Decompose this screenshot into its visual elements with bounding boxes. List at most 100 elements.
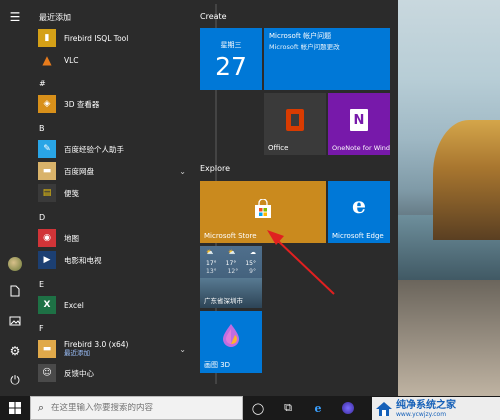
watermark-logo-icon <box>376 402 392 416</box>
app-label: Excel <box>64 300 84 310</box>
microsoft-store-tile[interactable]: Microsoft Store <box>200 181 326 243</box>
app-item-excel[interactable]: X Excel <box>38 294 190 316</box>
chevron-down-icon[interactable]: ⌄ <box>179 345 186 354</box>
folder-icon: ▬ <box>38 340 56 358</box>
app-item-vlc[interactable]: ▲ VLC <box>38 49 190 71</box>
app-label: 百度网盘 <box>64 166 94 176</box>
app-label: 百度经验个人助手 <box>64 144 124 154</box>
calendar-weekday: 星期三 <box>220 41 242 49</box>
sticky-notes-icon: ▤ <box>38 184 56 202</box>
paint3d-tile-label: 画图 3D <box>204 361 231 369</box>
3d-viewer-icon: ◈ <box>38 95 56 113</box>
app-item-sticky-notes[interactable]: ▤ 便笺 <box>38 182 190 204</box>
desktop-wallpaper <box>398 0 500 396</box>
weather-tile[interactable]: ⛅ ⛅ ☁ 17° 17° 15° 13° 12° 9° 广东省深圳市 <box>200 246 262 308</box>
vlc-cone-icon: ▲ <box>42 53 52 67</box>
site-watermark: 纯净系统之家 www.ycwjzy.com <box>372 397 500 420</box>
store-tile-label: Microsoft Store <box>204 232 257 240</box>
settings-gear-icon[interactable]: ⚙ <box>0 337 30 365</box>
tiles-area: Create 星期三 27 Microsoft 帐户问题 Microsoft 帐… <box>190 0 398 396</box>
pictures-icon[interactable] <box>0 307 30 335</box>
temp-high: 17° <box>225 260 237 267</box>
wallpaper-beach <box>398 280 500 396</box>
temp-low: 9° <box>249 268 256 275</box>
documents-icon[interactable] <box>0 277 30 305</box>
task-view-icon[interactable]: ⧉ <box>276 396 300 420</box>
app-label: 3D 查看器 <box>64 99 100 109</box>
onenote-tile[interactable]: N OneNote for Windows 10 <box>328 93 390 155</box>
start-menu: ☰ ⚙ ⏻ 最近添加 ▮ Firebird ISQL Tool ▲ VLC # … <box>0 0 398 396</box>
edge-tile-label: Microsoft Edge <box>332 232 384 240</box>
group-header-explore[interactable]: Explore <box>200 164 230 173</box>
start-button[interactable] <box>0 396 30 420</box>
mail-tile[interactable]: Microsoft 帐户问题 Microsoft 帐户问题更改 <box>264 28 390 90</box>
app-item-baidu-netdisk[interactable]: ▬ 百度网盘 ⌄ <box>38 160 190 182</box>
app-item-3d-viewer[interactable]: ◈ 3D 查看器 <box>38 93 190 115</box>
hamburger-menu-icon[interactable]: ☰ <box>0 3 30 31</box>
firebird-icon: ▮ <box>38 29 56 47</box>
calendar-day: 27 <box>215 52 247 81</box>
app-label: Firebird 3.0 (x64) <box>64 340 129 349</box>
office-tile[interactable]: Office <box>264 93 326 155</box>
app-label: 便笺 <box>64 188 79 198</box>
app-list: 最近添加 ▮ Firebird ISQL Tool ▲ VLC # ◈ 3D 查… <box>32 0 217 396</box>
sun-cloud-icon: ⛅ <box>206 249 214 256</box>
sun-cloud-icon: ⛅ <box>228 249 236 256</box>
edge-taskbar-icon[interactable]: e <box>306 396 330 420</box>
section-header-d[interactable]: D <box>39 213 45 222</box>
paint3d-tile[interactable]: 画图 3D <box>200 311 262 373</box>
app-label: 电影和电视 <box>64 255 102 265</box>
weather-location: 广东省深圳市 <box>204 297 243 305</box>
app-taskbar-icon[interactable] <box>336 396 360 420</box>
app-label: Firebird ISQL Tool <box>64 33 129 43</box>
app-item-movies-tv[interactable]: ▶ 电影和电视 <box>38 249 190 271</box>
office-logo-inner <box>291 114 299 126</box>
app-item-baidu-jingyan[interactable]: ✎ 百度经验个人助手 <box>38 138 190 160</box>
edge-logo-icon: e <box>352 193 366 219</box>
app-item-feedback-hub[interactable]: ☺ 反馈中心 <box>38 362 190 384</box>
app-label: VLC <box>64 55 79 65</box>
start-rail: ☰ ⚙ ⏻ <box>0 0 30 396</box>
app-sublabel: 最近添加 <box>64 349 90 357</box>
section-header-e[interactable]: E <box>39 280 44 289</box>
edge-tile[interactable]: e Microsoft Edge <box>328 181 390 243</box>
store-bag-icon <box>255 199 271 218</box>
user-avatar[interactable] <box>0 250 30 278</box>
mail-line-1: Microsoft 帐户问题 <box>269 32 332 40</box>
section-header-hash[interactable]: # <box>39 79 46 88</box>
office-tile-label: Office <box>268 144 289 152</box>
weather-low-temps: 13° 12° 9° <box>206 268 256 275</box>
baidu-jingyan-icon: ✎ <box>38 140 56 158</box>
search-icon: ⌕ <box>37 401 45 414</box>
app-item-firebird-isql[interactable]: ▮ Firebird ISQL Tool <box>38 27 190 49</box>
section-header-f[interactable]: F <box>39 324 44 333</box>
weather-icons-row: ⛅ ⛅ ☁ <box>206 249 256 256</box>
group-header-create[interactable]: Create <box>200 12 227 21</box>
paint3d-drop-icon <box>223 324 239 347</box>
temp-high: 17° <box>206 260 217 267</box>
chevron-down-icon[interactable]: ⌄ <box>179 167 186 176</box>
app-item-firebird-folder[interactable]: ▬ Firebird 3.0 (x64) 最近添加 ⌄ <box>38 337 190 361</box>
app-label: 反馈中心 <box>64 368 94 378</box>
section-header-recent: 最近添加 <box>39 13 71 22</box>
temp-high: 15° <box>245 260 256 267</box>
watermark-url: www.ycwjzy.com <box>396 410 447 418</box>
cortana-icon[interactable]: ◯ <box>246 396 270 420</box>
app-label: 地图 <box>64 233 79 243</box>
app-item-maps[interactable]: ◉ 地图 <box>38 227 190 249</box>
feedback-hub-icon: ☺ <box>38 364 56 382</box>
search-input[interactable] <box>51 403 236 413</box>
watermark-title: 纯净系统之家 <box>396 399 456 411</box>
taskbar-search-box[interactable]: ⌕ <box>30 396 243 420</box>
mail-line-2: Microsoft 帐户问题更改 <box>269 43 340 51</box>
calendar-tile[interactable]: 星期三 27 <box>200 28 262 90</box>
cloud-icon: ☁ <box>250 249 256 256</box>
temp-low: 12° <box>227 268 239 275</box>
excel-icon: X <box>38 296 56 314</box>
windows-logo-icon <box>9 402 21 414</box>
onenote-tile-label: OneNote for Windows 10 <box>332 144 390 152</box>
wallpaper-rock <box>433 120 500 240</box>
section-header-b[interactable]: B <box>39 124 45 133</box>
power-icon[interactable]: ⏻ <box>0 366 30 394</box>
movies-tv-icon: ▶ <box>38 251 56 269</box>
